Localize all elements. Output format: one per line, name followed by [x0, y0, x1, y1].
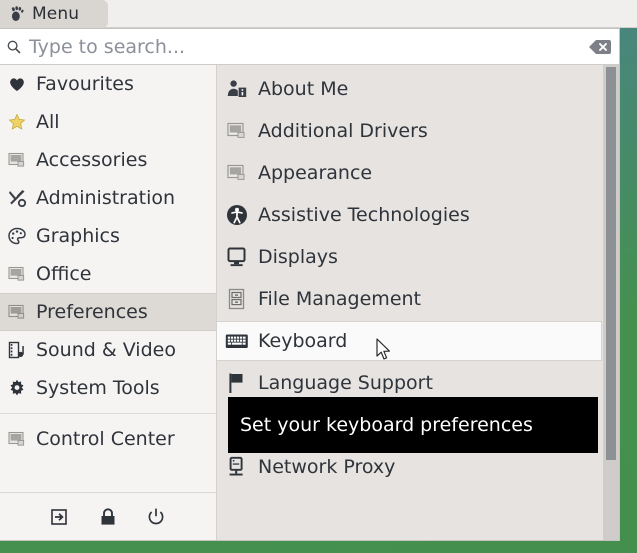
- application-icon: [225, 119, 249, 143]
- app-item-additional-drivers[interactable]: Additional Drivers: [217, 111, 602, 151]
- app-item-displays[interactable]: Displays: [217, 237, 602, 277]
- sidebar-item-label: All: [36, 111, 60, 133]
- application-icon: [6, 301, 28, 323]
- sidebar-item-graphics[interactable]: Graphics: [0, 217, 216, 255]
- sidebar-item-label: Sound & Video: [36, 339, 176, 361]
- sidebar-item-sound-and-video[interactable]: Sound & Video: [0, 331, 216, 369]
- sidebar-item-control-center[interactable]: Control Center: [0, 420, 216, 458]
- monitor-icon: [225, 245, 249, 269]
- accessibility-icon: [225, 203, 249, 227]
- tooltip: Set your keyboard preferences: [228, 397, 598, 453]
- flag-icon: [225, 371, 249, 395]
- applist-scrollbar-track[interactable]: [603, 65, 619, 540]
- app-item-label: Language Support: [258, 372, 433, 394]
- search-icon: [6, 39, 22, 55]
- sidebar-separator: [0, 413, 216, 414]
- app-item-label: Keyboard: [258, 330, 348, 352]
- app-item-assistive-technologies[interactable]: Assistive Technologies: [217, 195, 602, 235]
- user-info-icon: [225, 77, 249, 101]
- app-item-appearance[interactable]: Appearance: [217, 153, 602, 193]
- application-icon: [6, 149, 28, 171]
- sidebar-item-label: Graphics: [36, 225, 120, 247]
- sidebar-footer: [0, 492, 216, 540]
- app-item-label: Additional Drivers: [258, 120, 428, 142]
- sidebar-item-preferences[interactable]: Preferences: [0, 293, 216, 331]
- sidebar-item-administration[interactable]: Administration: [0, 179, 216, 217]
- app-item-label: File Management: [258, 288, 421, 310]
- top-panel: Menu: [0, 0, 637, 28]
- app-item-label: Displays: [258, 246, 338, 268]
- gear-icon: [6, 377, 28, 399]
- tooltip-text: Set your keyboard preferences: [240, 414, 533, 436]
- sidebar-item-label: System Tools: [36, 377, 160, 399]
- app-item-about-me[interactable]: About Me: [217, 69, 602, 109]
- app-item-keyboard[interactable]: Keyboard: [217, 321, 602, 361]
- shutdown-button[interactable]: [145, 506, 167, 528]
- application-list: About Me Additional Drivers Appearance A…: [217, 65, 619, 540]
- sidebar-item-office[interactable]: Office: [0, 255, 216, 293]
- lock-button[interactable]: [97, 506, 119, 528]
- menu-button[interactable]: Menu: [0, 0, 108, 28]
- app-item-network-proxy[interactable]: Network Proxy: [217, 447, 602, 487]
- logout-button[interactable]: [49, 506, 71, 528]
- app-item-label: Network Proxy: [258, 456, 396, 478]
- search-input[interactable]: [29, 29, 589, 64]
- sidebar-item-label: Administration: [36, 187, 176, 209]
- gnome-footprint-icon: [8, 5, 26, 23]
- sidebar-item-label: Preferences: [36, 301, 148, 323]
- clear-backspace-icon[interactable]: [589, 36, 611, 58]
- film-music-icon: [6, 339, 28, 361]
- menu-window: Favourites All Accessories: [0, 28, 620, 541]
- star-icon: [6, 111, 28, 133]
- sidebar-item-accessories[interactable]: Accessories: [0, 141, 216, 179]
- application-icon: [6, 428, 28, 450]
- sidebar-item-label: Control Center: [36, 428, 175, 450]
- sidebar-item-label: Office: [36, 263, 92, 285]
- sidebar-item-label: Accessories: [36, 149, 148, 171]
- workstation-icon: [225, 455, 249, 479]
- tools-icon: [6, 187, 28, 209]
- sidebar-item-system-tools[interactable]: System Tools: [0, 369, 216, 407]
- heart-icon: [6, 73, 28, 95]
- app-item-file-management[interactable]: File Management: [217, 279, 602, 319]
- mouse-cursor: [376, 338, 392, 366]
- search-bar: [0, 29, 619, 65]
- application-icon: [6, 263, 28, 285]
- sidebar-item-favourites[interactable]: Favourites: [0, 65, 216, 103]
- file-cabinet-icon: [225, 287, 249, 311]
- palette-icon: [6, 225, 28, 247]
- sidebar: Favourites All Accessories Administratio…: [0, 65, 217, 540]
- app-item-label: Assistive Technologies: [258, 204, 470, 226]
- app-item-label: About Me: [258, 78, 349, 100]
- keyboard-icon: [225, 329, 249, 353]
- applist-scrollbar-thumb[interactable]: [606, 67, 616, 460]
- sidebar-item-all[interactable]: All: [0, 103, 216, 141]
- application-icon: [225, 161, 249, 185]
- menu-button-label: Menu: [32, 4, 80, 24]
- app-item-label: Appearance: [258, 162, 373, 184]
- sidebar-item-label: Favourites: [36, 73, 134, 95]
